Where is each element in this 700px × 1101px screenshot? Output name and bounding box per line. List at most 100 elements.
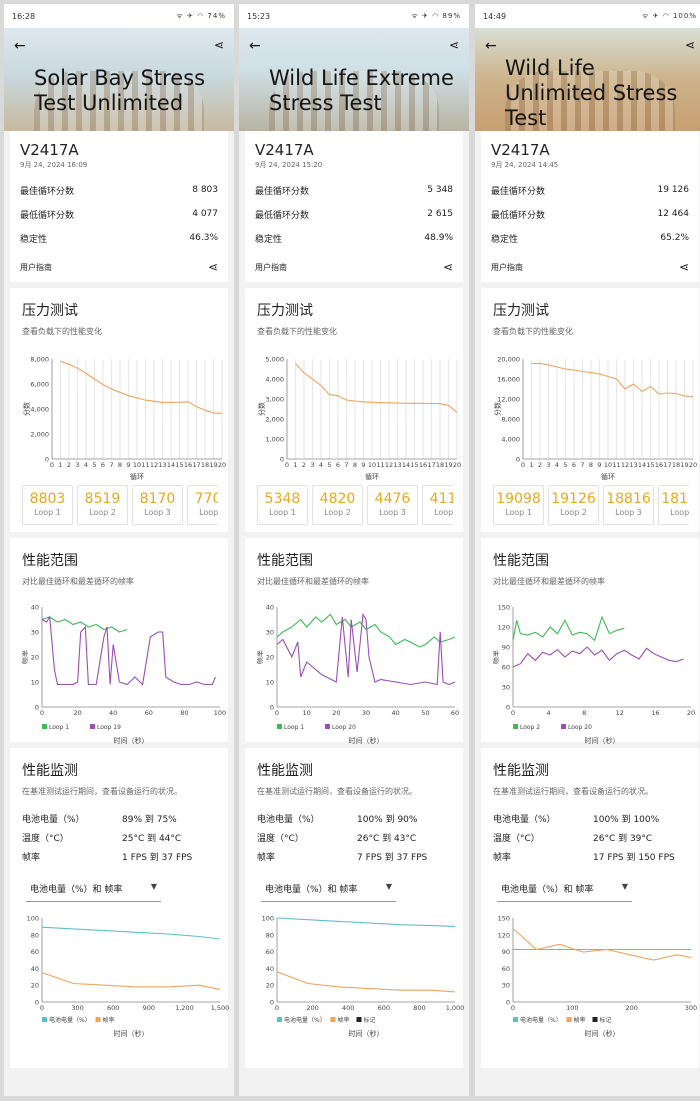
back-arrow-icon[interactable]: ← (485, 38, 497, 54)
user-guide-row[interactable]: 用户指南 ⋖ (255, 258, 453, 276)
loop-score-list[interactable]: 5348Loop 14820Loop 24476Loop 34111Loop 4 (257, 485, 453, 525)
loop-score-tile[interactable]: 8803 Loop 1 (22, 485, 73, 525)
y-tick-label: 40 (31, 965, 39, 973)
fps-range-line-chart: 0 30 60 90 120 150 0 4 8 12 16 20 Loop 2 Loop 20 时间（秒）… (491, 604, 695, 746)
x-tick-label: 6 (572, 461, 576, 469)
monitor-line-chart: 0 20 40 60 80 100 0 300 600 900 1,200 1,500 电池电量（%） 帧… (27, 915, 230, 1039)
x-tick-label: 10 (368, 461, 376, 469)
back-arrow-icon[interactable]: ← (249, 38, 261, 54)
loop-score-list[interactable]: 8803Loop 18519Loop 28170Loop 37702Loop 4 (22, 485, 218, 525)
best-score-value: 19 126 (657, 185, 690, 195)
loop-score-tile[interactable]: 19126 Loop 2 (548, 485, 599, 525)
metric-dropdown[interactable]: 电池电量（%）和 帧率 ▼ (26, 882, 161, 902)
device-name: V2417A (255, 141, 314, 159)
performance-range-card: 性能范围 对比最佳循环和最差循环的帧率 0 10 20 30 40 0 10 20 30 40 50… (245, 538, 463, 745)
loop-score-label: Loop 4 (199, 508, 218, 517)
loop-score-tile[interactable]: 18100Loop 4 (658, 485, 689, 525)
share-icon[interactable]: ⋖ (679, 260, 689, 274)
y-tick-label: 30 (31, 629, 39, 637)
share-icon[interactable]: ⋖ (208, 260, 218, 274)
score-line (531, 362, 694, 398)
phone-screen: 15:23 ᯤ ✈ ◠ 89% ← ⋖ Wild Life Extreme St… (239, 4, 469, 1096)
monitor-chart: 0 20 40 60 80 100 0 300 600 900 1,200 1,500 电池电量（%） 帧… (22, 910, 230, 1040)
stress-test-card: 压力测试 查看负载下的性能变化 0 2,000 4,000 6,000 8,000 0 1 2… (10, 288, 228, 532)
x-tick-label: 300 (71, 1004, 83, 1012)
y-tick-label: 30 (502, 684, 510, 692)
x-tick-label: 11 (141, 461, 149, 469)
y-tick-label: 4,000 (30, 406, 49, 414)
stress-test-card: 压力测试 查看负载下的性能变化 0 4,000 8,000 12,000 16,000 2… (481, 288, 699, 532)
x-tick-label: 8 (118, 461, 122, 469)
loop-score-tile[interactable]: 4476 Loop 3 (367, 485, 418, 525)
share-icon[interactable]: ⋖ (443, 260, 453, 274)
battery-value: 100% 到 90% (357, 815, 418, 825)
x-tick-label: 9 (361, 461, 365, 469)
battery-label: 电池电量（%） (493, 815, 556, 825)
x-tick-label: 13 (629, 461, 637, 469)
status-bar: 16:28 ᯤ ✈ ◠ 74% (4, 4, 234, 28)
loop-score-tile[interactable]: 4820 Loop 2 (312, 485, 363, 525)
x-tick-label: 4 (319, 461, 323, 469)
x-tick-label: 10 (133, 461, 141, 469)
status-icons: ᯤ ✈ ◠ 89% (411, 11, 461, 20)
user-guide-link[interactable]: 用户指南 (20, 262, 52, 273)
loop-score-label: Loop 2 (560, 508, 587, 517)
fps-range-chart: 0 30 60 90 120 150 0 4 8 12 16 20 Loop 2 Loop 20 时间（秒）… (491, 599, 695, 749)
loop-score-tile[interactable]: 8170 Loop 3 (132, 485, 183, 525)
metric-dropdown[interactable]: 电池电量（%）和 帧率 ▼ (497, 882, 632, 902)
metric-dropdown-value: 电池电量（%）和 帧率 (501, 885, 594, 895)
loop-score-value: 4476 (374, 491, 411, 507)
loop-score-tile[interactable]: 8519 Loop 2 (77, 485, 128, 525)
battery-row: 电池电量（%） 100% 到 90% (257, 809, 453, 828)
x-tick-label: 0 (521, 461, 525, 469)
user-guide-row[interactable]: 用户指南 ⋖ (20, 258, 218, 276)
loop-score-list[interactable]: 19098Loop 119126Loop 218816Loop 318100Lo… (493, 485, 689, 525)
user-guide-link[interactable]: 用户指南 (255, 262, 287, 273)
loop-score-tile[interactable]: 19098 Loop 1 (493, 485, 544, 525)
y-tick-label: 60 (502, 664, 510, 672)
worst-score-value: 4 077 (192, 209, 218, 219)
loop-score-value: 18816 (606, 491, 651, 507)
share-icon[interactable]: ⋖ (214, 38, 224, 52)
performance-monitor-title: 性能监测 (493, 763, 549, 779)
loop-score-label: Loop 1 (269, 508, 296, 517)
user-guide-row[interactable]: 用户指南 ⋖ (491, 258, 689, 276)
fps-line (512, 928, 692, 961)
score-chart: 0 2,000 4,000 6,000 8,000 0 1 2 3 4 5 6 7 8 9 10 11 12 13 1… (22, 353, 226, 482)
y-axis-label: 分数 (22, 402, 31, 416)
fps-range-chart: 0 10 20 30 40 0 20 40 60 80 100 Loop 1 Loop 19 时间（秒） 帧… (20, 599, 226, 749)
performance-monitor-card: 性能监测 在基准测试运行期间，查看设备运行的状况。 电池电量（%） 100% 到 … (245, 748, 464, 1068)
fps-row: 帧率 7 FPS 到 37 FPS (257, 847, 453, 866)
x-tick-label: 8 (589, 461, 593, 469)
share-icon[interactable]: ⋖ (685, 38, 695, 52)
y-tick-label: 120 (498, 624, 510, 632)
legend-swatch (513, 724, 518, 729)
x-tick-label: 12 (385, 461, 393, 469)
chevron-down-icon: ▼ (150, 882, 157, 891)
loop-score-tile[interactable]: 7702Loop 4 (187, 485, 218, 525)
loop-score-tile[interactable]: 18816 Loop 3 (603, 485, 654, 525)
legend-swatch (356, 1017, 362, 1022)
y-tick-label: 30 (502, 982, 510, 990)
battery-value: 89% 到 75% (122, 815, 177, 825)
temperature-label: 温度（°C） (22, 834, 69, 844)
loop-score-tile[interactable]: 5348 Loop 1 (257, 485, 308, 525)
test-date: 9月 24, 2024 15:20 (255, 161, 323, 169)
x-tick-label: 600 (107, 1004, 119, 1012)
loop-score-value: 5348 (264, 491, 301, 507)
x-tick-label: 7 (580, 461, 584, 469)
metric-dropdown[interactable]: 电池电量（%）和 帧率 ▼ (261, 882, 396, 902)
y-tick-label: 3,000 (265, 396, 284, 404)
battery-row: 电池电量（%） 89% 到 75% (22, 809, 218, 828)
user-guide-link[interactable]: 用户指南 (491, 262, 523, 273)
x-axis-label: 时间（秒） (349, 736, 384, 745)
loop-score-tile[interactable]: 4111Loop 4 (422, 485, 453, 525)
back-arrow-icon[interactable]: ← (14, 38, 26, 54)
legend-swatch (513, 1017, 518, 1022)
worst-score-label: 最低循环分数 (491, 210, 546, 221)
share-icon[interactable]: ⋖ (449, 38, 459, 52)
test-title: Wild Life Extreme Stress Test (269, 66, 454, 115)
legend-label: 电池电量（%） (284, 1016, 326, 1024)
stability-label: 稳定性 (255, 234, 283, 245)
y-tick-label: 40 (31, 604, 39, 612)
